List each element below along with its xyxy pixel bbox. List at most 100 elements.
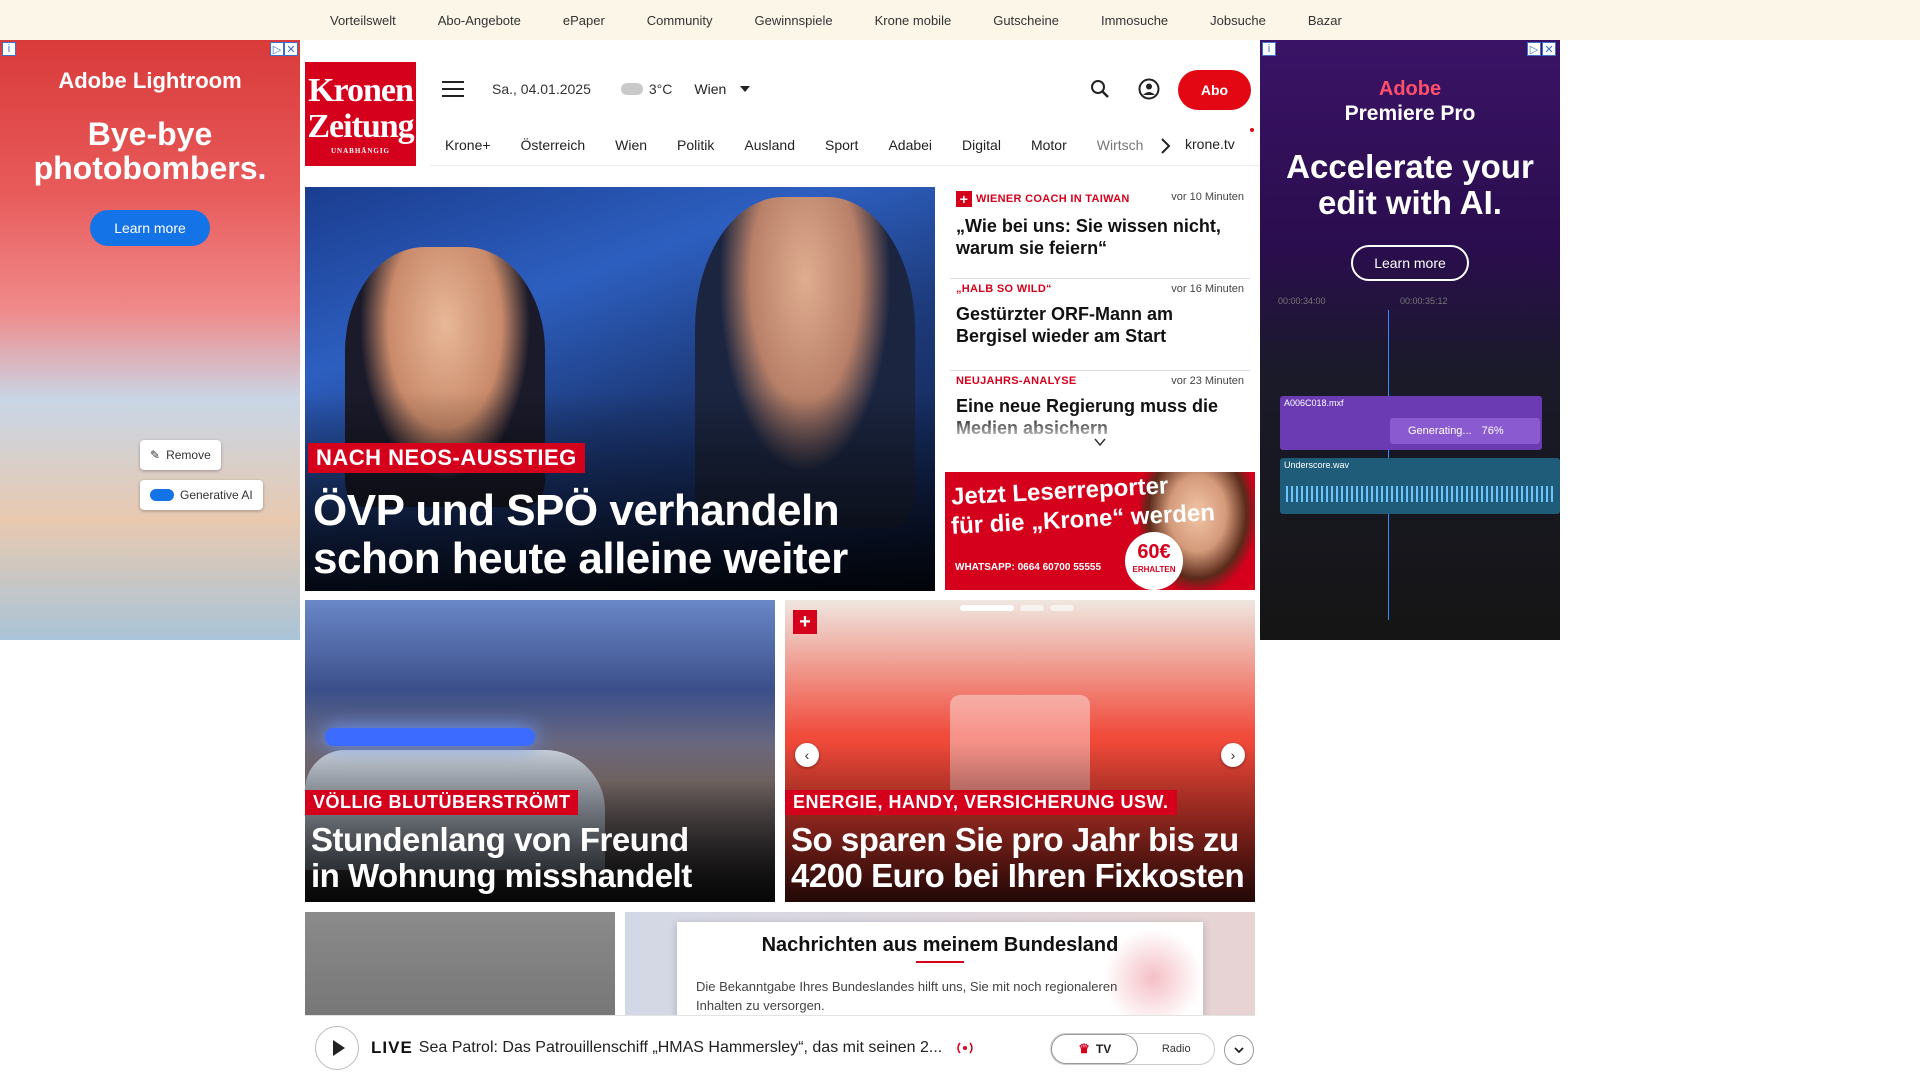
nav-item-krone-plus[interactable]: Krone+ bbox=[430, 137, 506, 153]
topbar-link-epaper[interactable]: ePaper bbox=[563, 13, 605, 28]
topbar-link-bazar[interactable]: Bazar bbox=[1308, 13, 1342, 28]
player-title: Sea Patrol: Das Patrouillenschiff „HMAS … bbox=[418, 1039, 943, 1056]
logo-line2: Zeitung bbox=[307, 108, 414, 145]
nav-item-ausland[interactable]: Ausland bbox=[729, 137, 810, 153]
nav-item-motor[interactable]: Motor bbox=[1016, 137, 1082, 153]
ad-learn-more-button[interactable]: Learn more bbox=[90, 210, 210, 246]
list-item-kicker-text: NEUJAHRS-ANALYSE bbox=[956, 375, 1077, 387]
city-selector[interactable]: Wien bbox=[694, 81, 726, 97]
ad-brand-line2: Premiere Pro bbox=[1344, 102, 1476, 125]
tv-radio-switch: ♛ TV Radio bbox=[1050, 1033, 1215, 1065]
ad-choices-icon[interactable]: i bbox=[2, 42, 16, 56]
promo-badge-label: ERHALTEN bbox=[1132, 565, 1176, 574]
promo-badge: 60€ ERHALTEN bbox=[1125, 532, 1183, 590]
chevron-right-icon[interactable] bbox=[1155, 136, 1175, 156]
topbar-link-vorteilswelt[interactable]: Vorteilswelt bbox=[330, 13, 396, 28]
expand-player-button[interactable] bbox=[1224, 1035, 1254, 1065]
carousel-prev-button[interactable]: ‹ bbox=[795, 743, 819, 767]
topbar-link-gewinnspiele[interactable]: Gewinnspiele bbox=[755, 13, 833, 28]
card1-kicker: VÖLLIG BLUTÜBERSTRÖMT bbox=[305, 790, 579, 815]
timeline-time1: 00:00:34:00 bbox=[1278, 296, 1326, 306]
ad-left-lightroom[interactable]: i ▷ ✕ Adobe Lightroom Bye-bye photobombe… bbox=[0, 40, 300, 640]
tv-toggle-label: TV bbox=[1095, 1042, 1112, 1056]
carousel-next-button[interactable]: › bbox=[1221, 743, 1245, 767]
carousel-dot[interactable] bbox=[960, 605, 1014, 611]
ad-info-icon[interactable]: ▷ bbox=[270, 42, 284, 56]
nav-item-wien[interactable]: Wien bbox=[600, 137, 662, 153]
nav-item-adabei[interactable]: Adabei bbox=[873, 137, 947, 153]
card2-kicker: ENERGIE, HANDY, VERSICHERUNG USW. bbox=[785, 790, 1177, 815]
austria-map-icon bbox=[1103, 928, 1203, 1028]
topbar-link-jobsuche[interactable]: Jobsuche bbox=[1210, 13, 1266, 28]
list-item-title: Gestürzter ORF-Mann am Bergisel wieder a… bbox=[956, 304, 1174, 346]
list-item[interactable]: „HALB SO WILD“ vor 16 Minuten Gestürzter… bbox=[950, 279, 1250, 371]
radio-toggle[interactable]: Radio bbox=[1138, 1043, 1214, 1055]
play-icon bbox=[332, 1040, 345, 1056]
topbar-link-abo-angebote[interactable]: Abo-Angebote bbox=[438, 13, 521, 28]
card2-headline-line1: So sparen Sie pro Jahr bis zu bbox=[791, 821, 1239, 858]
promo-whatsapp: WHATSAPP: 0664 60700 55555 bbox=[955, 562, 1102, 573]
nav-item-sport[interactable]: Sport bbox=[810, 137, 873, 153]
logo-tagline: UNABHÄNGIG bbox=[330, 147, 390, 155]
nav-item-politik[interactable]: Politik bbox=[662, 137, 729, 153]
ad-headline-line1: Bye-bye bbox=[87, 116, 213, 152]
ad-choices-icon[interactable]: i bbox=[1262, 42, 1276, 56]
ad-headline-line1: Accelerate your bbox=[1286, 148, 1534, 185]
hero-article[interactable]: NACH NEOS-AUSSTIEG ÖVP und SPÖ verhandel… bbox=[305, 187, 935, 591]
ad-right-premiere-pro[interactable]: i ▷ ✕ Adobe Premiere Pro Accelerate your… bbox=[1260, 40, 1560, 640]
popup-body: Die Bekanntgabe Ihres Bundeslandes hilft… bbox=[696, 979, 1118, 1013]
top-utility-bar: Vorteilswelt Abo-Angebote ePaper Communi… bbox=[0, 0, 1920, 40]
hero-headline-line2: schon heute alleine weiter bbox=[313, 534, 848, 583]
topbar-link-gutscheine[interactable]: Gutscheine bbox=[993, 13, 1059, 28]
ad-chip-remove-label: Remove bbox=[166, 448, 211, 462]
ad-info-icon[interactable]: ▷ bbox=[1527, 42, 1541, 56]
hamburger-menu-icon[interactable] bbox=[442, 81, 464, 97]
list-item[interactable]: + WIENER COACH IN TAIWAN vor 10 Minuten … bbox=[950, 187, 1250, 279]
krone-plus-icon: + bbox=[793, 610, 817, 634]
ad-headline-line2: photobombers. bbox=[33, 150, 267, 186]
chevron-down-icon[interactable] bbox=[740, 86, 751, 92]
ad-brand: Adobe Lightroom bbox=[58, 68, 242, 93]
article-card-violence[interactable]: VÖLLIG BLUTÜBERSTRÖMT Stundenlang von Fr… bbox=[305, 600, 775, 902]
carousel-dot[interactable] bbox=[1020, 605, 1044, 611]
card1-headline-line1: Stundenlang von Freund bbox=[311, 821, 689, 858]
user-icon[interactable] bbox=[1138, 78, 1160, 100]
logo-line1: Kronen bbox=[308, 72, 414, 109]
topbar-link-krone-mobile[interactable]: Krone mobile bbox=[875, 13, 952, 28]
chevron-down-icon bbox=[1234, 1047, 1244, 1054]
list-item-time: vor 16 Minuten bbox=[1171, 283, 1244, 295]
play-button[interactable] bbox=[315, 1026, 359, 1070]
nav-item-oesterreich[interactable]: Österreich bbox=[506, 137, 601, 153]
live-dot bbox=[1250, 128, 1254, 132]
ad-brand-line1: Adobe bbox=[1378, 78, 1442, 100]
toggle-icon bbox=[150, 489, 174, 501]
kronen-zeitung-logo[interactable]: Kronen Zeitung UNABHÄNGIG bbox=[305, 62, 416, 166]
search-icon[interactable] bbox=[1090, 79, 1110, 99]
nav-item-krone-tv[interactable]: krone.tv bbox=[1185, 136, 1235, 152]
nav-item-wirtschaft[interactable]: Wirtsch bbox=[1082, 137, 1159, 153]
ad-close-icon[interactable]: ✕ bbox=[1542, 42, 1556, 56]
cloud-icon bbox=[620, 83, 643, 95]
krone-plus-icon: + bbox=[956, 191, 972, 207]
leserreporter-banner[interactable]: Jetzt Leserreporter für die „Krone“ werd… bbox=[945, 472, 1255, 590]
topbar-link-community[interactable]: Community bbox=[647, 13, 713, 28]
promo-badge-value: 60€ bbox=[1137, 541, 1171, 563]
video-clip-name: A006C018.mxf bbox=[1284, 398, 1344, 408]
ad-chip-generative-ai: Generative AI bbox=[140, 480, 263, 510]
card1-headline-line2: in Wohnung misshandelt bbox=[311, 857, 692, 894]
audio-clip-name: Underscore.wav bbox=[1284, 460, 1350, 470]
chevron-down-icon[interactable] bbox=[1093, 435, 1107, 449]
topbar-link-immosuche[interactable]: Immosuche bbox=[1101, 13, 1168, 28]
live-label: LIVE bbox=[371, 1038, 413, 1057]
audio-clip: Underscore.wav bbox=[1280, 458, 1560, 514]
eraser-icon: ✎ bbox=[150, 448, 161, 462]
carousel-dot[interactable] bbox=[1050, 605, 1074, 611]
abo-button[interactable]: Abo bbox=[1178, 70, 1251, 110]
article-card-savings[interactable]: + ‹ › ENERGIE, HANDY, VERSICHERUNG USW. … bbox=[785, 600, 1255, 902]
generating-progress: Generating... 76% bbox=[1390, 418, 1540, 444]
list-item-kicker-text: „HALB SO WILD“ bbox=[956, 283, 1052, 295]
nav-item-digital[interactable]: Digital bbox=[947, 137, 1016, 153]
ad-learn-more-button[interactable]: Learn more bbox=[1351, 245, 1469, 281]
ad-close-icon[interactable]: ✕ bbox=[284, 42, 298, 56]
tv-toggle[interactable]: ♛ TV bbox=[1051, 1034, 1139, 1064]
